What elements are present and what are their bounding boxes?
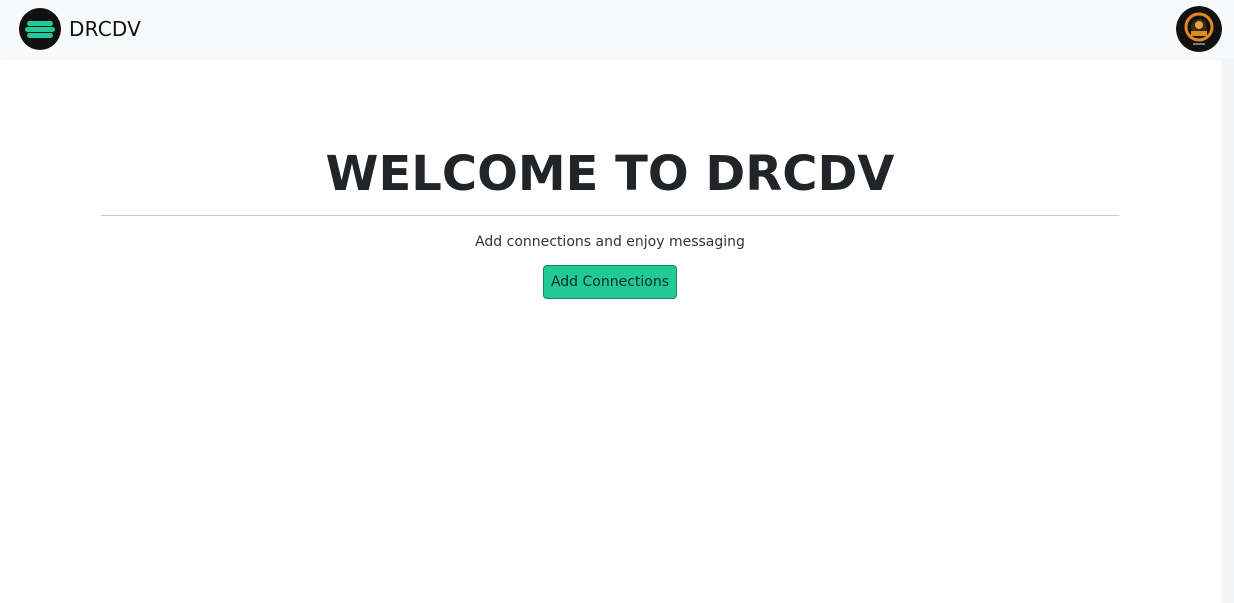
brand-name: DRCDV — [69, 17, 141, 41]
page-title: WELCOME TO DRCDV — [325, 146, 895, 202]
user-avatar[interactable] — [1176, 6, 1222, 52]
page-subtitle: Add connections and enjoy messaging — [475, 234, 745, 250]
main-content: WELCOME TO DRCDV Add connections and enj… — [101, 58, 1119, 299]
user-avatar-icon — [1176, 6, 1222, 52]
scrollbar[interactable] — [1221, 58, 1234, 603]
brand-link[interactable]: DRCDV — [19, 8, 141, 50]
divider — [101, 215, 1119, 216]
top-navbar: DRCDV — [0, 0, 1234, 58]
add-connections-button[interactable]: Add Connections — [543, 265, 677, 299]
equals-logo-icon — [19, 8, 61, 50]
